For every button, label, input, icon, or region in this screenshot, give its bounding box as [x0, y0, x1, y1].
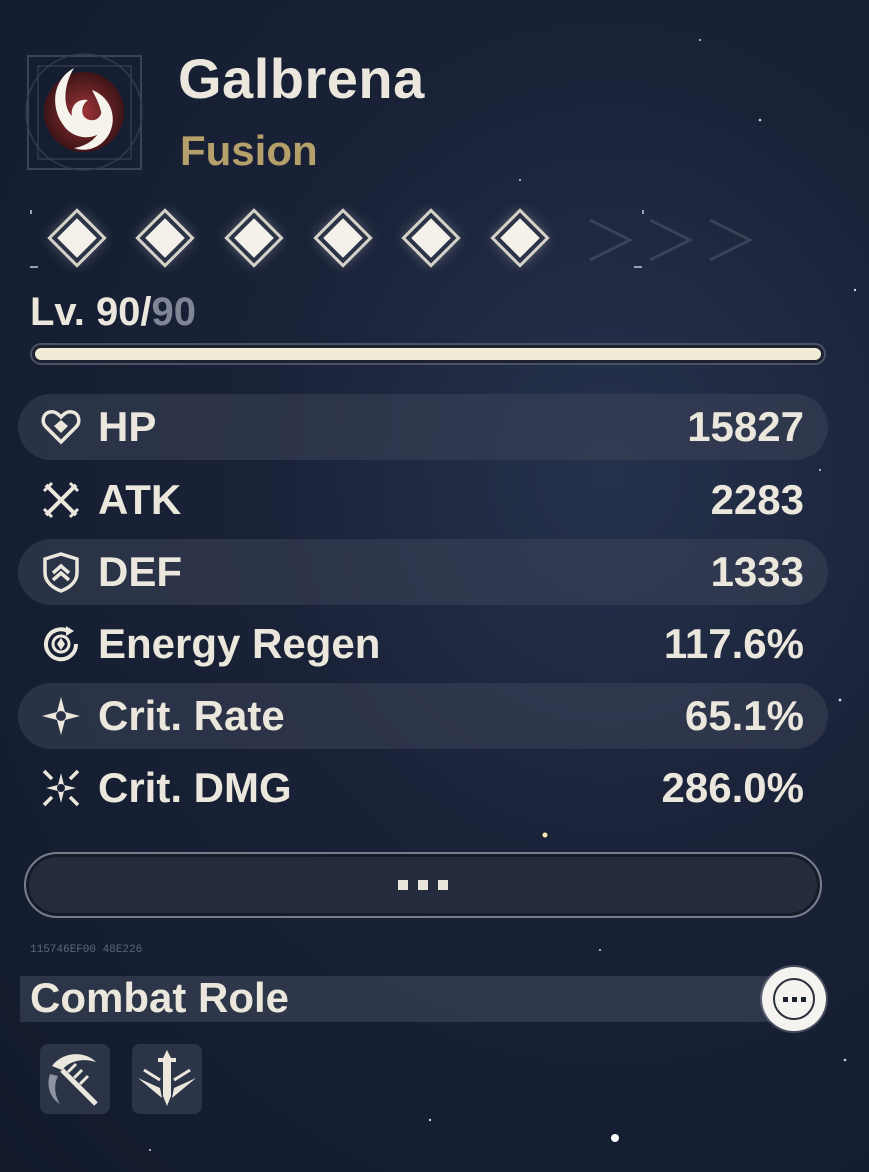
scythe-blade-icon	[48, 1054, 98, 1106]
role-icon-2[interactable]	[132, 1044, 202, 1114]
level-label: Lv. 90/90	[30, 290, 196, 335]
level-prefix: Lv.	[30, 290, 96, 334]
stat-row-crit-dmg: Crit. DMG 286.0%	[18, 755, 828, 821]
character-element: Fusion	[180, 127, 318, 174]
level-progress-fill	[35, 348, 821, 360]
stat-row-def: DEF 1333	[18, 539, 828, 605]
stat-label: Crit. Rate	[98, 692, 285, 739]
ellipsis-circle-icon	[773, 978, 815, 1020]
fusion-flame-icon	[25, 53, 143, 171]
combat-role-more-button[interactable]	[762, 967, 826, 1031]
stat-label: DEF	[98, 548, 182, 595]
more-stats-button[interactable]	[24, 852, 822, 918]
combat-role-title: Combat Role	[30, 974, 290, 1021]
stat-value: 1333	[710, 548, 804, 595]
combat-role-panel: 115746EF00 48E226 Combat Role	[20, 940, 826, 1128]
stat-label: Crit. DMG	[98, 764, 292, 811]
sword-wings-icon	[138, 1050, 196, 1106]
stat-row-hp: HP 15827	[18, 394, 828, 460]
def-shield-icon	[43, 552, 79, 593]
stat-value: 117.6%	[663, 620, 804, 667]
energy-regen-icon	[44, 626, 79, 662]
stat-row-atk: ATK 2283	[18, 467, 828, 533]
stat-label: Energy Regen	[98, 620, 381, 667]
atk-crossed-swords-icon	[42, 481, 80, 519]
element-emblem	[22, 50, 147, 175]
stat-row-crit-rate: Crit. Rate 65.1%	[18, 683, 828, 749]
resonance-chain-row	[30, 208, 760, 272]
combat-role-tag: 115746EF00 48E226	[30, 944, 143, 956]
stat-label: HP	[98, 403, 157, 450]
ellipsis-icon	[398, 880, 448, 890]
chain-ornament	[30, 210, 754, 268]
stat-value: 2283	[710, 476, 804, 523]
stat-value: 15827	[687, 403, 804, 450]
crit-rate-star-icon	[42, 697, 80, 735]
stat-value: 65.1%	[684, 692, 804, 739]
role-icon-1[interactable]	[40, 1044, 110, 1114]
character-name: Galbrena	[178, 47, 425, 110]
stat-value: 286.0%	[661, 764, 804, 811]
stat-row-energy-regen: Energy Regen 117.6%	[18, 611, 828, 677]
stat-label: ATK	[98, 476, 182, 523]
level-current: 90/	[95, 290, 152, 334]
crit-dmg-burst-icon	[42, 769, 80, 807]
level-max: 90	[151, 290, 197, 334]
hp-heart-icon	[41, 410, 81, 445]
level-progress-bar	[30, 343, 826, 365]
